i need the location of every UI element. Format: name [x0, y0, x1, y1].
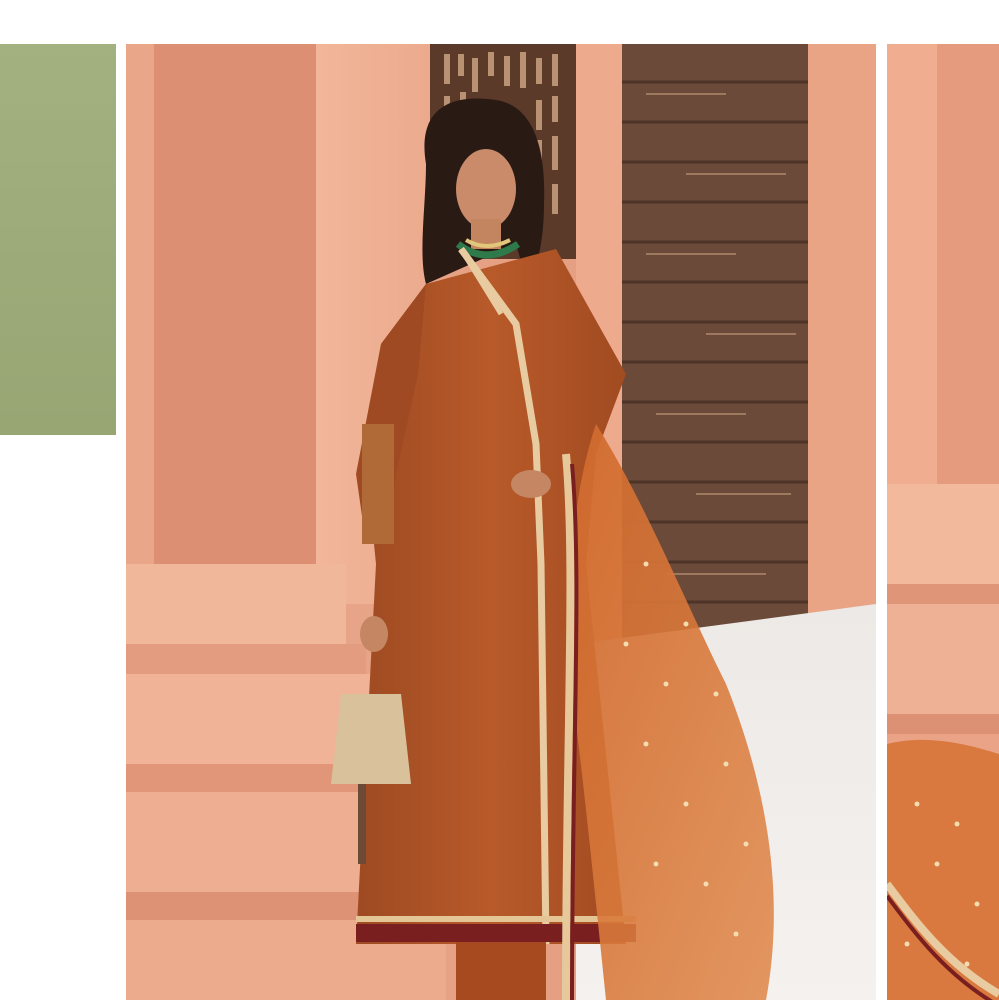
gallery-main-image[interactable]: [126, 44, 876, 1000]
next-product-photo: [887, 44, 999, 1000]
gallery-previous-image[interactable]: [0, 44, 116, 435]
product-photo: [126, 44, 876, 1000]
product-image-gallery: [0, 0, 999, 1000]
gallery-next-image[interactable]: [887, 44, 999, 1000]
